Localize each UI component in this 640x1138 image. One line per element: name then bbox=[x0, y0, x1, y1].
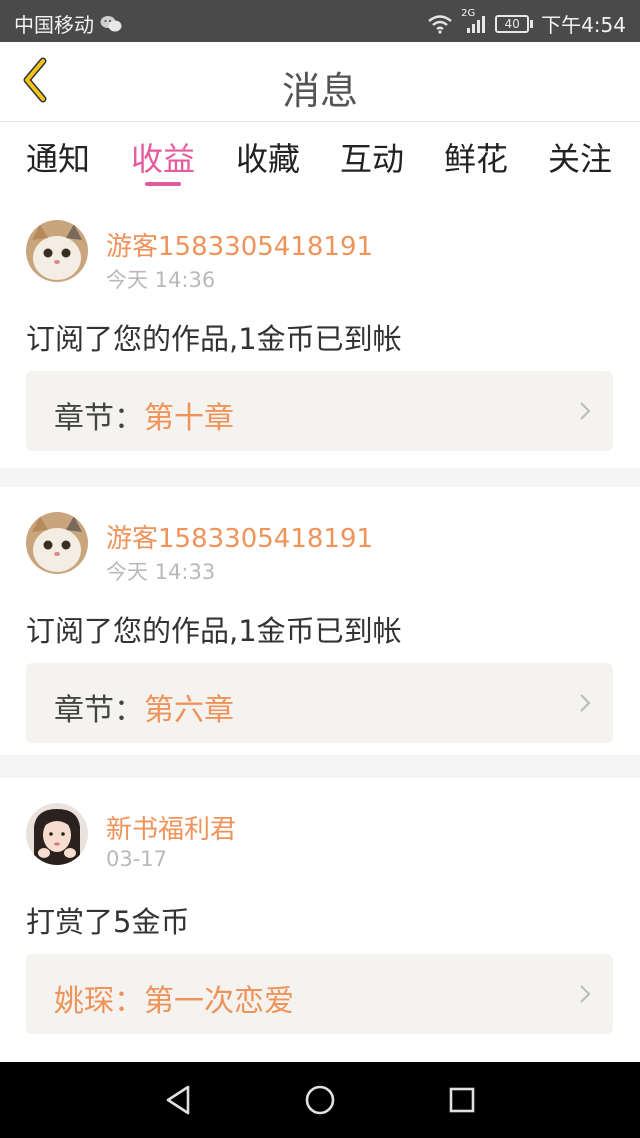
sender-name[interactable]: 新书福利君 bbox=[106, 809, 236, 846]
work-title: 第一次恋爱 bbox=[144, 984, 294, 1019]
chapter-prefix: 章节： bbox=[54, 401, 144, 436]
wifi-icon bbox=[427, 14, 453, 34]
tab-earnings[interactable]: 收益 bbox=[131, 134, 195, 180]
carrier-name: 中国移动 bbox=[14, 13, 94, 37]
system-nav-bar bbox=[0, 1062, 640, 1138]
tab-bar: 通知 收益 收藏 互动 鲜花 关注 bbox=[0, 122, 640, 202]
battery-level: 40 bbox=[495, 14, 530, 33]
chapter-name: 第六章 bbox=[144, 693, 234, 728]
signal-icon: 2G bbox=[461, 8, 487, 34]
network-type: 2G bbox=[461, 7, 476, 19]
chapter-link[interactable]: 章节：第十章 bbox=[26, 371, 613, 451]
chapter-name: 第十章 bbox=[144, 401, 234, 436]
message-text: 订阅了您的作品,1金币已到帐 bbox=[26, 322, 402, 356]
tab-interactions[interactable]: 互动 bbox=[340, 134, 404, 180]
tab-notifications[interactable]: 通知 bbox=[26, 134, 90, 180]
chevron-right-icon bbox=[579, 401, 591, 425]
circle-home-icon[interactable] bbox=[302, 1082, 338, 1118]
message-text: 订阅了您的作品,1金币已到帐 bbox=[26, 614, 402, 648]
page-title: 消息 bbox=[281, 69, 358, 113]
wechat-icon bbox=[100, 15, 122, 33]
message-text: 打赏了5金币 bbox=[26, 905, 190, 939]
message-time: 今天 14:33 bbox=[106, 560, 216, 584]
battery-icon: 40 bbox=[495, 14, 534, 33]
message-card: 游客1583305418191 今天 14:36 订阅了您的作品,1金币已到帐 … bbox=[0, 202, 640, 468]
message-card: 游客1583305418191 今天 14:33 订阅了您的作品,1金币已到帐 … bbox=[0, 487, 640, 755]
clock: 下午4:54 bbox=[541, 13, 626, 37]
sender-name[interactable]: 游客1583305418191 bbox=[106, 518, 373, 555]
avatar[interactable] bbox=[26, 512, 88, 574]
chapter-link[interactable]: 章节：第六章 bbox=[26, 663, 613, 743]
avatar[interactable] bbox=[26, 803, 88, 865]
chapter-prefix: 章节： bbox=[54, 693, 144, 728]
chevron-right-icon bbox=[579, 693, 591, 717]
status-right: 2G 40 下午4:54 bbox=[427, 8, 626, 38]
work-label: 姚琛：第一次恋爱 bbox=[54, 976, 294, 1020]
active-tab-indicator bbox=[145, 182, 181, 186]
chevron-right-icon bbox=[579, 984, 591, 1008]
work-prefix: 姚琛： bbox=[54, 984, 144, 1019]
chapter-label: 章节：第十章 bbox=[54, 393, 234, 437]
status-left: 中国移动 bbox=[14, 9, 122, 38]
tab-flowers[interactable]: 鲜花 bbox=[444, 134, 508, 180]
square-recent-icon[interactable] bbox=[444, 1082, 480, 1118]
avatar[interactable] bbox=[26, 220, 88, 282]
work-link[interactable]: 姚琛：第一次恋爱 bbox=[26, 954, 613, 1034]
message-time: 03-17 bbox=[106, 847, 168, 871]
message-list: 游客1583305418191 今天 14:36 订阅了您的作品,1金币已到帐 … bbox=[0, 202, 640, 1062]
tab-favorites[interactable]: 收藏 bbox=[236, 134, 300, 180]
triangle-back-icon[interactable] bbox=[160, 1082, 196, 1118]
message-time: 今天 14:36 bbox=[106, 268, 216, 292]
message-card: 新书福利君 03-17 打赏了5金币 姚琛：第一次恋爱 bbox=[0, 778, 640, 1062]
tab-follow[interactable]: 关注 bbox=[548, 134, 612, 180]
sender-name[interactable]: 游客1583305418191 bbox=[106, 226, 373, 263]
nav-bar: 消息 bbox=[0, 42, 640, 122]
status-bar: 中国移动 2G 40 下午4:54 bbox=[0, 0, 640, 42]
chapter-label: 章节：第六章 bbox=[54, 685, 234, 729]
